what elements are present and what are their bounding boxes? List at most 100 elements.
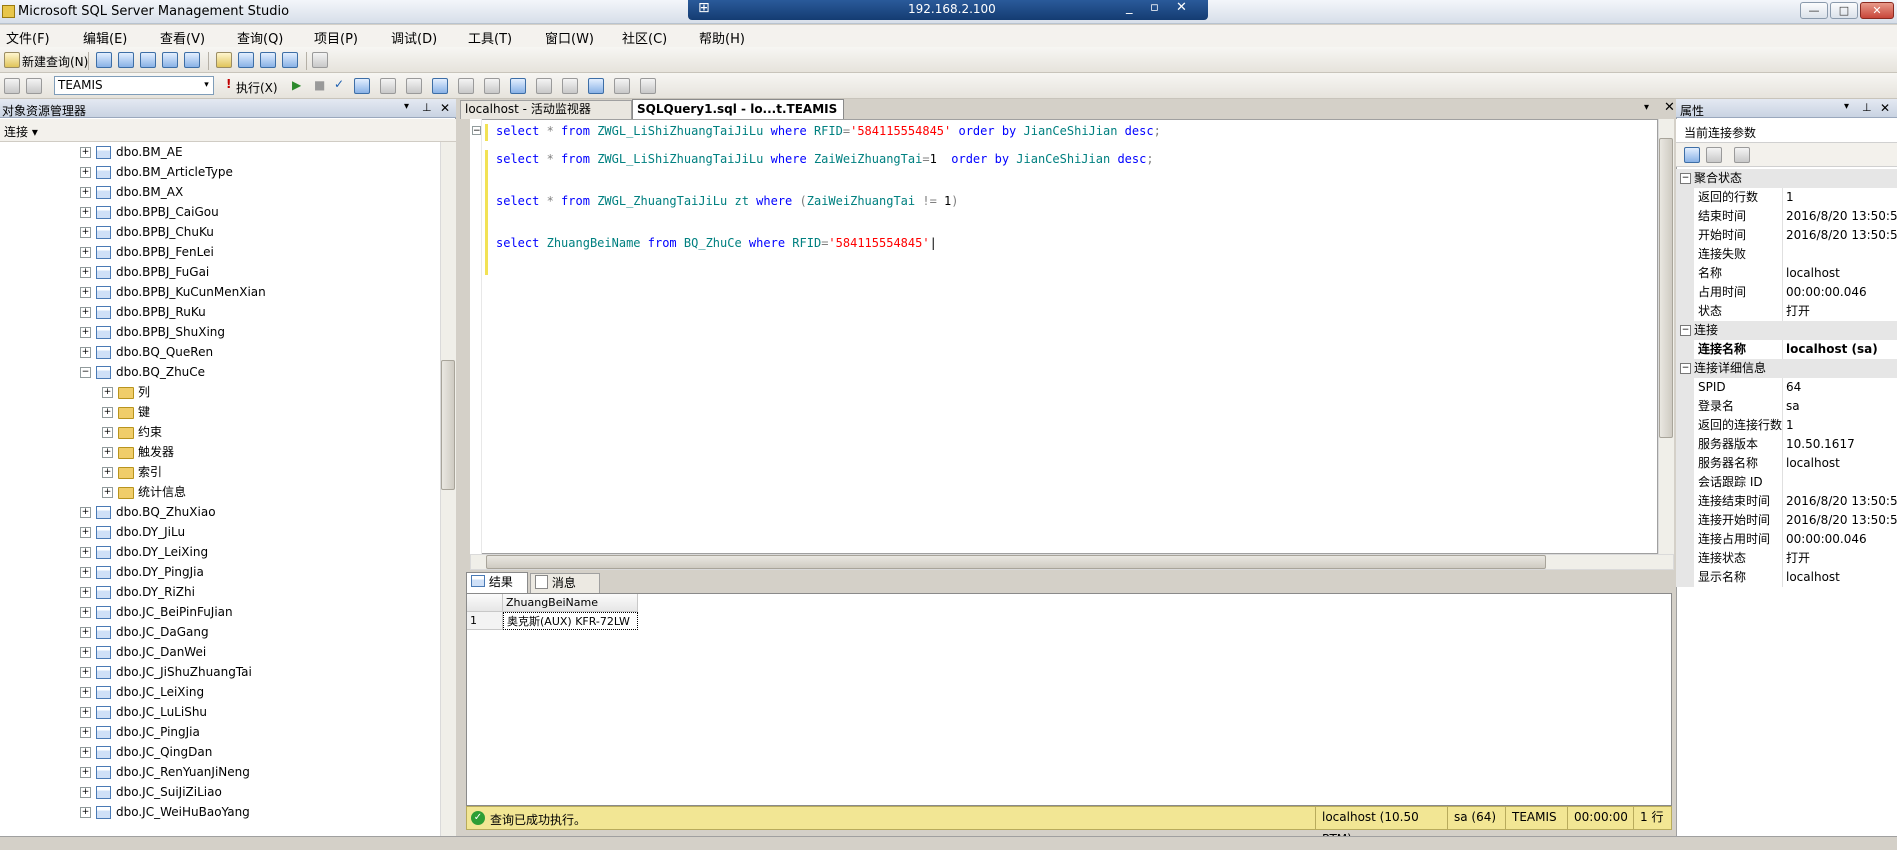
expand-icon[interactable]: +: [80, 687, 91, 698]
scrollbar-thumb[interactable]: [1659, 138, 1673, 438]
grid-column-header[interactable]: ZhuangBeiName: [503, 594, 638, 612]
tree-table-node[interactable]: + dbo.DY_LeiXing: [0, 542, 440, 562]
property-row[interactable]: 连接结束时间 2016/8/20 13:50:5: [1676, 492, 1897, 511]
tab-sql-query[interactable]: SQLQuery1.sql - lo...t.TEAMIS (sa (64))*: [632, 99, 844, 134]
database-engine-query-icon[interactable]: [96, 52, 112, 68]
scrollbar-thumb[interactable]: [486, 555, 1546, 569]
property-category[interactable]: − 聚合状态: [1676, 169, 1897, 188]
alphabetical-icon[interactable]: [1706, 147, 1722, 163]
remote-restore-button[interactable]: ▫: [1150, 0, 1159, 15]
remote-minimize-button[interactable]: _: [1126, 0, 1133, 15]
sql-editor[interactable]: [470, 119, 1658, 554]
dmx-query-icon[interactable]: [162, 52, 178, 68]
menu-item-9[interactable]: 帮助(H): [699, 28, 745, 47]
property-category[interactable]: − 连接详细信息: [1676, 359, 1897, 378]
pin-icon[interactable]: ⊥: [1862, 101, 1872, 114]
tree-table-node[interactable]: + dbo.DY_PingJia: [0, 562, 440, 582]
stop-icon[interactable]: ■: [314, 78, 325, 92]
menu-item-5[interactable]: 调试(D): [391, 28, 437, 47]
property-row[interactable]: 连接名称 localhost (sa): [1676, 340, 1897, 359]
tree-folder-node[interactable]: + 索引: [0, 462, 440, 482]
expand-icon[interactable]: +: [80, 327, 91, 338]
tree-table-node[interactable]: + dbo.BM_AE: [0, 142, 440, 162]
tree-table-node[interactable]: + dbo.BPBJ_FuGai: [0, 262, 440, 282]
menu-item-1[interactable]: 编辑(E): [83, 28, 127, 47]
results-to-file-icon[interactable]: [510, 78, 526, 94]
tree-table-node[interactable]: + dbo.BQ_QueRen: [0, 342, 440, 362]
analysis-query-icon[interactable]: [118, 52, 134, 68]
tree-table-node[interactable]: + dbo.JC_JiShuZhuangTai: [0, 662, 440, 682]
activity-monitor-icon[interactable]: [312, 52, 328, 68]
debug-icon[interactable]: ▶: [292, 78, 301, 92]
results-to-grid-icon[interactable]: [484, 78, 500, 94]
expand-icon[interactable]: +: [80, 707, 91, 718]
property-row[interactable]: 登录名 sa: [1676, 397, 1897, 416]
property-row[interactable]: SPID 64: [1676, 378, 1897, 397]
expand-icon[interactable]: +: [80, 507, 91, 518]
property-pages-icon[interactable]: [1734, 147, 1750, 163]
expand-icon[interactable]: +: [80, 807, 91, 818]
query-designer-icon[interactable]: [380, 78, 396, 94]
tree-folder-node[interactable]: + 触发器: [0, 442, 440, 462]
expand-icon[interactable]: +: [102, 467, 113, 478]
expand-icon[interactable]: +: [80, 267, 91, 278]
expand-icon[interactable]: +: [102, 427, 113, 438]
tree-table-node[interactable]: − dbo.BQ_ZhuCe: [0, 362, 440, 382]
database-selector[interactable]: TEAMIS: [54, 76, 214, 95]
xmla-query-icon[interactable]: [184, 52, 200, 68]
tree-table-node[interactable]: + dbo.JC_DaGang: [0, 622, 440, 642]
menu-item-4[interactable]: 项目(P): [314, 28, 358, 47]
mdx-query-icon[interactable]: [140, 52, 156, 68]
menu-item-3[interactable]: 查询(Q): [237, 28, 283, 47]
save-all-icon[interactable]: [260, 52, 276, 68]
connect-icon[interactable]: [4, 78, 20, 94]
expand-icon[interactable]: +: [80, 167, 91, 178]
expand-icon[interactable]: +: [102, 387, 113, 398]
expand-icon[interactable]: +: [102, 447, 113, 458]
property-row[interactable]: 显示名称 localhost: [1676, 568, 1897, 587]
change-connection-icon[interactable]: [26, 78, 42, 94]
new-query-icon[interactable]: [4, 52, 20, 68]
tree-folder-node[interactable]: + 键: [0, 402, 440, 422]
property-row[interactable]: 服务器版本 10.50.1617: [1676, 435, 1897, 454]
menu-item-2[interactable]: 查看(V): [160, 28, 205, 47]
tree-table-node[interactable]: + dbo.BPBJ_ChuKu: [0, 222, 440, 242]
tab-activity-monitor[interactable]: localhost - 活动监视器: [460, 100, 632, 119]
property-row[interactable]: 状态 打开: [1676, 302, 1897, 321]
property-row[interactable]: 连接开始时间 2016/8/20 13:50:5: [1676, 511, 1897, 530]
expand-icon[interactable]: +: [80, 627, 91, 638]
scrollbar-thumb[interactable]: [441, 360, 455, 490]
open-file-icon[interactable]: [216, 52, 232, 68]
tree-table-node[interactable]: + dbo.JC_BeiPinFuJian: [0, 602, 440, 622]
expand-icon[interactable]: +: [102, 407, 113, 418]
grid-row-header[interactable]: 1: [467, 612, 503, 630]
property-row[interactable]: 返回的连接行数 1: [1676, 416, 1897, 435]
expand-icon[interactable]: +: [80, 647, 91, 658]
parse-check-icon[interactable]: ✓: [334, 77, 344, 91]
tree-table-node[interactable]: + dbo.BQ_ZhuXiao: [0, 502, 440, 522]
property-category[interactable]: − 连接: [1676, 321, 1897, 340]
tree-table-node[interactable]: + dbo.BPBJ_CaiGou: [0, 202, 440, 222]
comment-icon[interactable]: [536, 78, 552, 94]
remote-close-button[interactable]: ✕: [1176, 0, 1187, 15]
tree-folder-node[interactable]: + 统计信息: [0, 482, 440, 502]
property-row[interactable]: 连接占用时间 00:00:00.046: [1676, 530, 1897, 549]
expand-icon[interactable]: +: [80, 527, 91, 538]
expand-icon[interactable]: +: [80, 667, 91, 678]
tree-table-node[interactable]: + dbo.DY_JiLu: [0, 522, 440, 542]
property-row[interactable]: 占用时间 00:00:00.046: [1676, 283, 1897, 302]
tab-messages[interactable]: 消息: [530, 573, 600, 593]
menu-item-0[interactable]: 文件(F): [6, 28, 50, 47]
expand-icon[interactable]: +: [80, 567, 91, 578]
tree-table-node[interactable]: + dbo.JC_QingDan: [0, 742, 440, 762]
tree-table-node[interactable]: + dbo.JC_SuiJiZiLiao: [0, 782, 440, 802]
specify-values-icon[interactable]: [640, 78, 656, 94]
collapse-icon[interactable]: −: [1680, 363, 1691, 374]
save-icon[interactable]: [238, 52, 254, 68]
expand-icon[interactable]: +: [80, 207, 91, 218]
tree-table-node[interactable]: + dbo.BPBJ_KuCunMenXian: [0, 282, 440, 302]
intellisense-icon[interactable]: [432, 78, 448, 94]
collapse-icon[interactable]: −: [1680, 173, 1691, 184]
tree-table-node[interactable]: + dbo.BPBJ_FenLei: [0, 242, 440, 262]
expand-icon[interactable]: +: [80, 607, 91, 618]
